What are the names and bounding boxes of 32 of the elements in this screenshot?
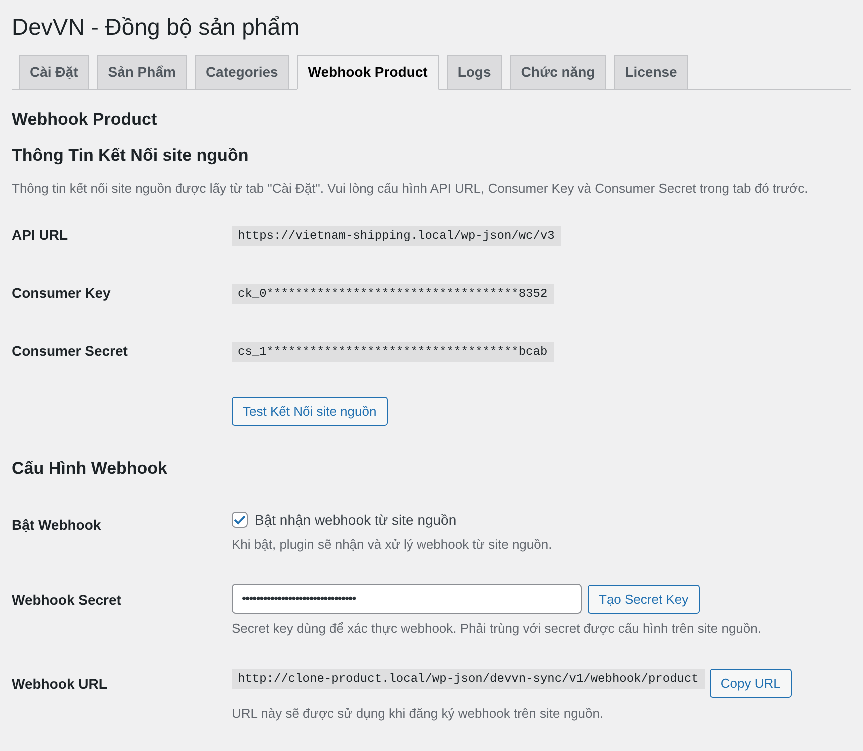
field-label: Bật Webhook: [12, 517, 102, 533]
section-title: Webhook Product: [12, 109, 158, 131]
tab[interactable]: Chức năng: [510, 55, 606, 90]
tab[interactable]: Logs: [446, 55, 502, 90]
field-label: Webhook Secret: [12, 592, 122, 608]
field-label: API URL: [12, 227, 68, 243]
checkbox[interactable]: [232, 512, 248, 528]
field-label: Consumer Key: [12, 285, 111, 301]
checkbox-label[interactable]: Bật nhận webhook từ site nguồn: [255, 510, 457, 530]
webhook-url-code: http://clone-product.local/wp-json/devvn-sync/v1/webhook/product: [232, 669, 705, 689]
copy-url-button[interactable]: Copy URL: [710, 669, 792, 698]
tab[interactable]: Sản Phẩm: [97, 55, 187, 90]
field-description: Khi bật, plugin sẽ nhận và xử lý webhook từ site nguồn.: [232, 536, 552, 554]
field-value-code: cs_1***********************************bcab: [232, 342, 554, 362]
tab[interactable]: License: [614, 55, 688, 90]
tab[interactable]: Webhook Product: [297, 55, 439, 90]
tab[interactable]: Cài Đặt: [19, 55, 90, 90]
section-description: Thông tin kết nối site nguồn được lấy từ tab "Cài Đặt". Vui lòng cấu hình API URL, Consumer Key và Consumer Secret trong tab đó trước.: [12, 180, 810, 198]
field-description: Secret key dùng để xác thực webhook. Phải trùng với secret được cấu hình trên site nguồn.: [232, 620, 762, 638]
section-heading: Cấu Hình Webhook: [12, 458, 169, 480]
field-value-code: https://vietnam-shipping.local/wp-json/wc/v3: [232, 226, 561, 246]
page-title: DevVN - Đồng bộ sản phẩm: [12, 13, 301, 42]
field-label: Webhook URL: [12, 676, 108, 692]
field-description: URL này sẽ được sử dụng khi đăng ký webhook trên site nguồn.: [232, 705, 605, 723]
field-value-code: ck_0***********************************8352: [232, 284, 554, 304]
section-heading: Thông Tin Kết Nối site nguồn: [12, 145, 250, 167]
tab[interactable]: Categories: [194, 55, 290, 90]
check-icon: [234, 515, 246, 525]
password-field[interactable]: ••••••••••••••••••••••••••••••••: [232, 584, 582, 614]
generate-key-button[interactable]: Tạo Secret Key: [588, 584, 700, 614]
field-label: Consumer Secret: [12, 343, 128, 359]
test-connection-button[interactable]: Test Kết Nối site nguồn: [232, 397, 388, 426]
